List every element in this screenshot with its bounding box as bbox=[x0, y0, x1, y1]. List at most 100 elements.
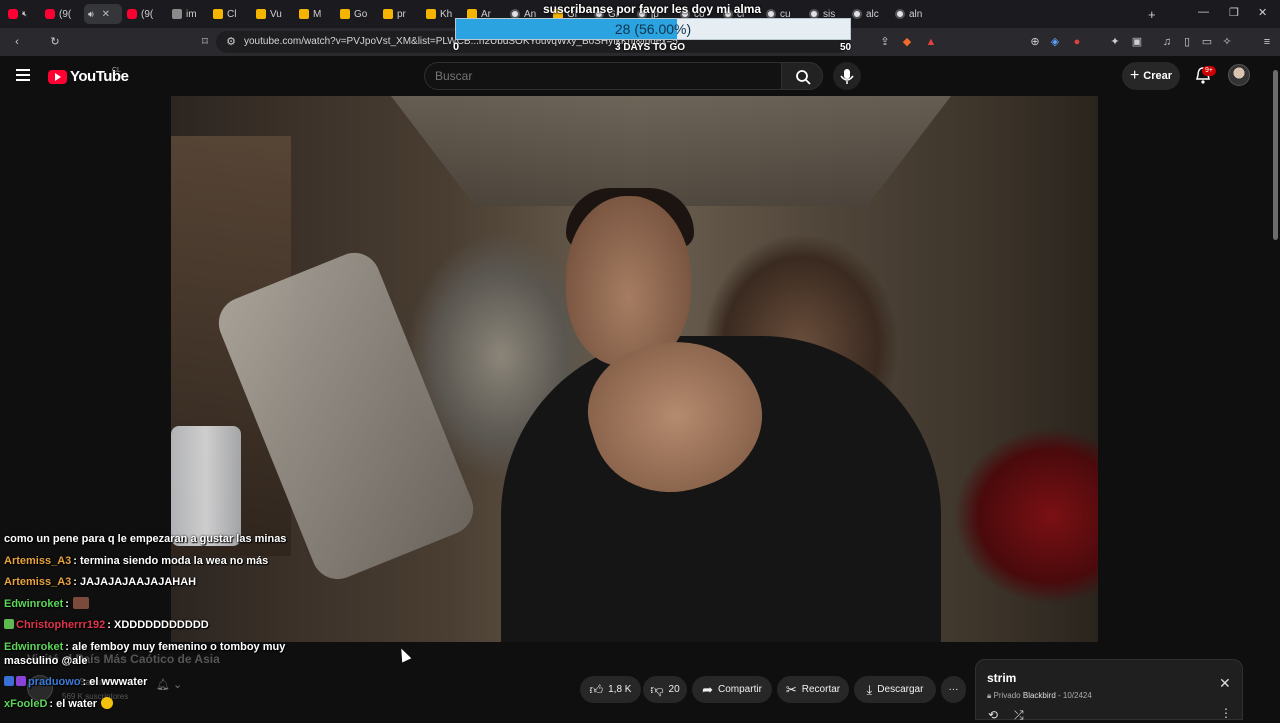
playlist-title[interactable]: strim bbox=[987, 671, 1016, 685]
chat-username[interactable]: Edwinroket bbox=[4, 598, 63, 610]
search-button[interactable] bbox=[781, 62, 823, 90]
rewards-icon[interactable]: ▲ bbox=[924, 35, 938, 49]
page-scrollbar[interactable] bbox=[1273, 70, 1278, 240]
chat-emote-icon bbox=[72, 596, 89, 609]
scissors-icon: ✂ bbox=[785, 681, 797, 697]
more-actions-button[interactable]: ··· bbox=[941, 676, 966, 703]
tab-label: (9( bbox=[141, 8, 154, 20]
goal-progress-text: 28 (56.00%) bbox=[614, 21, 692, 37]
clip-label: Recortar bbox=[801, 684, 841, 695]
download-icon: ⤓ bbox=[866, 681, 873, 697]
screenshot-icon[interactable]: ▣ bbox=[1130, 35, 1144, 49]
browser-tab[interactable]: (9( bbox=[41, 4, 83, 24]
tab-label: Go bbox=[354, 8, 368, 20]
share-icon[interactable]: ⇪ bbox=[878, 35, 892, 49]
search-icon bbox=[796, 70, 811, 85]
site-info-icon[interactable]: ⚙ bbox=[224, 35, 238, 49]
wallet-icon[interactable]: ◈ bbox=[1048, 35, 1062, 49]
minimize-button[interactable]: — bbox=[1198, 6, 1209, 18]
notification-badge: 9+ bbox=[1202, 66, 1216, 76]
chat-overlay: como un pene para q le empezaran a gusta… bbox=[0, 532, 310, 718]
close-window-button[interactable]: ✕ bbox=[1258, 6, 1267, 19]
microphone-icon bbox=[840, 69, 854, 84]
leo-ai-icon[interactable]: ✧ bbox=[1220, 35, 1234, 49]
close-playlist-button[interactable]: ✕ bbox=[1219, 675, 1231, 692]
google-icon bbox=[895, 9, 905, 19]
playlist-panel: strim 🔒︎ Privado Blackbird - 10/2424 ✕ ⟲… bbox=[975, 659, 1243, 723]
browser-tab[interactable]: im bbox=[168, 4, 208, 24]
shuffle-icon[interactable]: ⤮ bbox=[1014, 708, 1024, 723]
chat-username[interactable]: praduowo bbox=[28, 676, 81, 688]
browser-tab[interactable]: Go bbox=[336, 4, 378, 24]
chat-badge-icon bbox=[16, 676, 26, 686]
browser-tab[interactable]: M bbox=[295, 4, 335, 24]
extensions-icon[interactable]: ✦ bbox=[1108, 35, 1122, 49]
muted-icon[interactable]: 🔇︎ bbox=[22, 9, 27, 19]
chat-username[interactable]: Artemiss_A3 bbox=[4, 576, 71, 588]
chat-badge-icon bbox=[4, 676, 14, 686]
playlist-owner[interactable]: Blackbird bbox=[1023, 691, 1056, 700]
create-label: Crear bbox=[1143, 70, 1173, 82]
extension-icon[interactable]: ● bbox=[1070, 35, 1084, 49]
tab-label: Kh bbox=[440, 8, 453, 20]
video-player[interactable] bbox=[171, 96, 1098, 642]
download-button[interactable]: ⤓ Descargar bbox=[854, 676, 936, 703]
translate-icon[interactable]: ⊕ bbox=[1028, 35, 1042, 49]
tab-search-icon[interactable]: ▭ bbox=[1200, 35, 1214, 49]
new-tab-button[interactable]: + bbox=[1144, 4, 1160, 24]
voice-search-button[interactable] bbox=[833, 62, 861, 90]
browser-tab[interactable]: alc bbox=[848, 4, 890, 24]
more-icon: ··· bbox=[948, 684, 959, 695]
laughing-emoji-icon bbox=[101, 696, 114, 709]
chat-username[interactable]: Artemiss_A3 bbox=[4, 555, 71, 567]
browser-tab[interactable]: aln bbox=[891, 4, 935, 24]
browser-tab[interactable]: Vu bbox=[252, 4, 294, 24]
browser-tab[interactable]: pr bbox=[379, 4, 421, 24]
share-button[interactable]: ➦ Compartir bbox=[692, 676, 772, 703]
reload-icon[interactable]: ↻ bbox=[48, 35, 62, 49]
tab-label: M bbox=[313, 8, 322, 20]
browser-tab[interactable]: 🔇︎ bbox=[4, 4, 40, 24]
maximize-button[interactable]: ❐ bbox=[1229, 6, 1239, 19]
download-label: Descargar bbox=[877, 684, 924, 695]
sidebar-icon[interactable]: ▯ bbox=[1180, 35, 1194, 49]
speaker-icon: 🔊︎ bbox=[88, 8, 94, 19]
plus-icon: + bbox=[1129, 67, 1140, 84]
tab-label: alc bbox=[866, 8, 879, 20]
video-frame-bottle bbox=[171, 426, 241, 546]
meta-separator: - bbox=[1058, 691, 1061, 700]
goal-progress-bar: 28 (56.00%) bbox=[455, 18, 851, 40]
search-input[interactable] bbox=[424, 62, 782, 90]
share-label: Compartir bbox=[718, 684, 762, 695]
account-avatar[interactable] bbox=[1228, 64, 1250, 86]
like-count: 1,8 K bbox=[608, 684, 632, 695]
bookmark-icon bbox=[426, 9, 436, 19]
chat-username[interactable]: Edwinroket bbox=[4, 641, 63, 653]
brave-shield-icon[interactable]: ◆ bbox=[900, 35, 914, 49]
chat-text: : el wwwater bbox=[82, 676, 148, 688]
like-button[interactable]: 👍︎ 1,8 K bbox=[580, 676, 641, 703]
wolfram-icon bbox=[172, 9, 182, 19]
create-button[interactable]: + Crear bbox=[1122, 62, 1180, 90]
browser-tab[interactable]: (9( bbox=[123, 4, 167, 24]
media-icon[interactable]: ♫ bbox=[1160, 35, 1174, 49]
clip-button[interactable]: ✂ Recortar bbox=[777, 676, 849, 703]
back-icon[interactable]: ‹ bbox=[10, 35, 24, 49]
dislike-button[interactable]: 👎︎ 20 bbox=[643, 676, 687, 703]
bookmark-icon bbox=[383, 9, 393, 19]
chat-text: : XDDDDDDDDDDD bbox=[107, 619, 209, 631]
chat-username[interactable]: xFooleD bbox=[4, 698, 47, 710]
chat-message: Christopherrr192: XDDDDDDDDDDD bbox=[0, 618, 310, 632]
browser-tab[interactable]: Cl bbox=[209, 4, 251, 24]
browser-tab[interactable]: 🔊︎ ✕ bbox=[84, 4, 122, 24]
tab-label: im bbox=[186, 8, 197, 20]
playlist-position: 10/2424 bbox=[1062, 691, 1092, 700]
bookmark-icon[interactable]: ⌑ bbox=[198, 35, 212, 49]
chat-username[interactable]: Christopherrr192 bbox=[16, 619, 105, 631]
chat-message: Edwinroket: ale femboy muy femenino o to… bbox=[0, 640, 310, 668]
hamburger-menu-icon[interactable] bbox=[16, 69, 30, 81]
playlist-more-icon[interactable]: ⋮ bbox=[1220, 706, 1232, 720]
close-tab-icon[interactable]: ✕ bbox=[102, 9, 110, 20]
chat-text: como un pene para q le empezaran a gusta… bbox=[4, 533, 287, 545]
browser-menu-icon[interactable]: ≡ bbox=[1260, 35, 1274, 49]
